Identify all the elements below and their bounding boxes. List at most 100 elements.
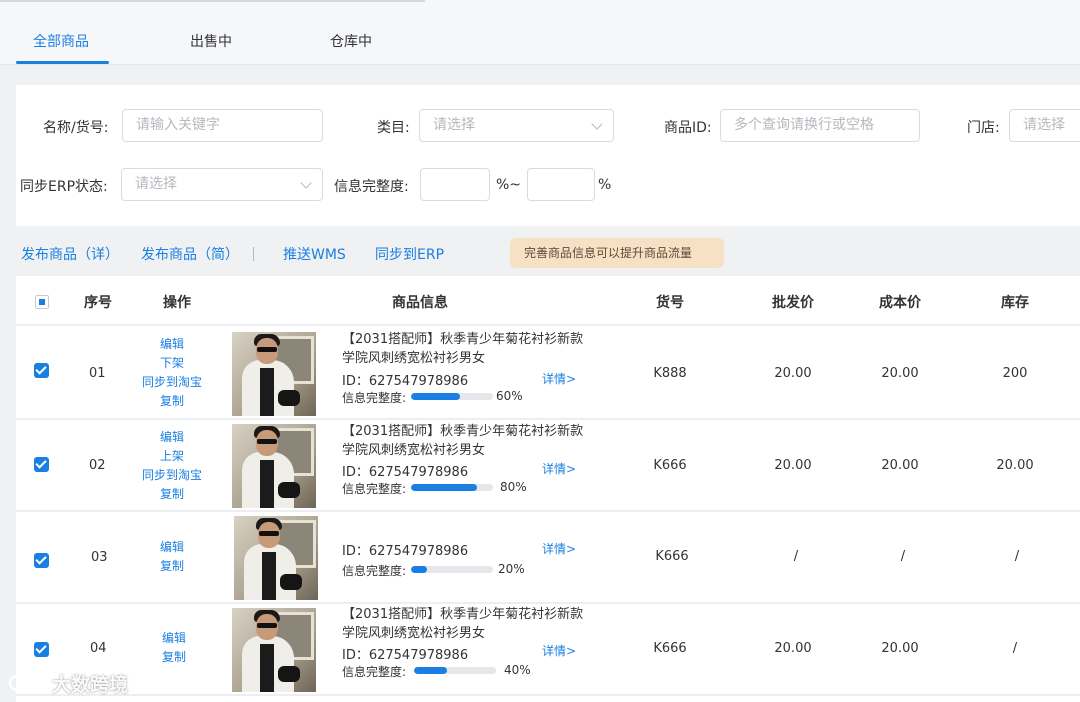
completeness-percent: 60% (496, 389, 523, 403)
product-id: ID：627547978986 (342, 374, 469, 389)
row-checkbox[interactable] (34, 642, 49, 657)
edit-link[interactable]: 编辑 (117, 335, 227, 354)
column-cost: 成本价 (879, 295, 921, 311)
sync-erp-link[interactable]: 同步到ERP (375, 244, 444, 264)
product-id-label: 商品ID: (664, 120, 712, 136)
row-index: 04 (90, 641, 107, 656)
copy-link[interactable]: 复制 (119, 648, 229, 667)
wholesale-price: 20.00 (774, 366, 812, 381)
tab-on-sale[interactable]: 出售中 (190, 31, 232, 51)
table-header: 序号 操作 商品信息 货号 批发价 成本价 库存 (16, 276, 1080, 326)
edit-link[interactable]: 编辑 (117, 428, 227, 447)
copy-link[interactable]: 复制 (117, 557, 227, 576)
detail-link[interactable]: 详情> (542, 370, 576, 387)
store-label: 门店: (967, 120, 1000, 136)
publish-detailed-link[interactable]: 发布商品（详） (21, 244, 119, 264)
erp-status-placeholder: 请选择 (135, 176, 177, 192)
completeness-percent: 40% (504, 663, 531, 677)
percent-sign: % (598, 177, 612, 193)
row-actions: 编辑 下架 同步到淘宝 复制 (117, 335, 227, 411)
tab-in-warehouse[interactable]: 仓库中 (330, 31, 372, 51)
cost-price: 20.00 (881, 458, 919, 473)
chevron-down-icon (300, 177, 312, 189)
watermark-text: 大数跨境 (52, 674, 129, 696)
name-sku-input[interactable]: 请输入关键字 (122, 109, 323, 142)
row-index: 03 (91, 550, 108, 565)
store-select[interactable]: 请选择 (1009, 109, 1080, 142)
category-label: 类目: (377, 120, 410, 136)
stock-value: / (1012, 641, 1018, 656)
edit-link[interactable]: 编辑 (117, 538, 227, 557)
sku-value: K666 (653, 641, 687, 656)
action-bar: 发布商品（详） 发布商品（简） 推送WMS 同步到ERP 完善商品信息可以提升商… (0, 230, 1080, 276)
sku-value: K666 (653, 458, 687, 473)
table-row: 04 编辑 复制 【2031搭配师】秋季青少年菊花衬衫新款学院风刺绣宽松衬衫男女… (16, 604, 1080, 696)
watermark-logo-icon (8, 674, 47, 692)
detail-link[interactable]: 详情> (542, 540, 576, 557)
product-thumbnail (232, 332, 316, 416)
completeness-fill (411, 484, 477, 491)
sync-taobao-link[interactable]: 同步到淘宝 (117, 373, 227, 392)
product-id: ID：627547978986 (342, 648, 469, 663)
sku-value: K888 (653, 366, 687, 381)
cost-price: / (900, 549, 906, 564)
column-index: 序号 (84, 295, 112, 311)
column-stock: 库存 (1001, 295, 1029, 311)
select-all-checkbox[interactable] (35, 295, 49, 309)
row-checkbox[interactable] (34, 363, 49, 378)
row-checkbox[interactable] (34, 553, 49, 568)
sync-taobao-link[interactable]: 同步到淘宝 (117, 466, 227, 485)
row-index: 02 (89, 458, 106, 473)
copy-link[interactable]: 复制 (117, 485, 227, 504)
stock-value: 20.00 (996, 458, 1034, 473)
detail-link[interactable]: 详情> (542, 460, 576, 477)
completeness-percent: 80% (500, 480, 527, 494)
completeness-max-input[interactable] (527, 168, 595, 201)
stock-value: 200 (1002, 366, 1028, 381)
completeness-label: 信息完整度: (334, 179, 409, 195)
wholesale-price: 20.00 (774, 458, 812, 473)
copy-link[interactable]: 复制 (117, 392, 227, 411)
list-link[interactable]: 上架 (117, 447, 227, 466)
wholesale-price: 20.00 (774, 641, 812, 656)
completeness-text-label: 信息完整度: (342, 391, 407, 405)
tip-badge: 完善商品信息可以提升商品流量 (510, 238, 724, 268)
product-name: 【2031搭配师】秋季青少年菊花衬衫新款学院风刺绣宽松衬衫男女 (342, 607, 584, 641)
completeness-text-label: 信息完整度: (342, 564, 407, 578)
row-checkbox[interactable] (34, 457, 49, 472)
tab-all-products[interactable]: 全部商品 (33, 31, 89, 51)
product-id-input[interactable]: 多个查询请换行或空格 (720, 109, 920, 142)
detail-link[interactable]: 详情> (542, 642, 576, 659)
category-select[interactable]: 请选择 (419, 109, 614, 142)
sku-value: K666 (655, 549, 689, 564)
unlist-link[interactable]: 下架 (117, 354, 227, 373)
erp-status-select[interactable]: 请选择 (121, 168, 323, 201)
product-id: ID：627547978986 (342, 544, 469, 559)
category-placeholder: 请选择 (433, 117, 475, 133)
row-actions: 编辑 复制 (119, 629, 229, 667)
column-wholesale: 批发价 (772, 295, 814, 311)
action-divider (253, 247, 254, 261)
publish-simple-link[interactable]: 发布商品（简） (141, 244, 239, 264)
table-row: 03 编辑 复制 ID：627547978986 信息完整度: 20% 详情> … (16, 512, 1080, 604)
product-thumbnail (234, 516, 318, 600)
edit-link[interactable]: 编辑 (119, 629, 229, 648)
row-actions: 编辑 复制 (117, 538, 227, 576)
row-actions: 编辑 上架 同步到淘宝 复制 (117, 428, 227, 504)
name-sku-label: 名称/货号: (43, 120, 109, 136)
column-info: 商品信息 (392, 295, 448, 311)
product-thumbnail (232, 424, 316, 508)
completeness-text-label: 信息完整度: (342, 665, 407, 679)
top-bar (0, 0, 1080, 64)
completeness-fill (411, 393, 461, 400)
row-index: 01 (89, 366, 106, 381)
completeness-bar (411, 393, 493, 400)
completeness-text-label: 信息完整度: (342, 482, 407, 496)
tabs-divider (0, 64, 1080, 65)
erp-status-label: 同步ERP状态: (20, 179, 108, 195)
push-wms-link[interactable]: 推送WMS (283, 244, 346, 264)
table-row: 02 编辑 上架 同步到淘宝 复制 【2031搭配师】秋季青少年菊花衬衫新款学院… (16, 420, 1080, 512)
filter-panel: 名称/货号: 请输入关键字 类目: 请选择 商品ID: 多个查询请换行或空格 门… (16, 85, 1080, 226)
percent-range-separator: %~ (496, 177, 522, 193)
completeness-min-input[interactable] (420, 168, 490, 201)
